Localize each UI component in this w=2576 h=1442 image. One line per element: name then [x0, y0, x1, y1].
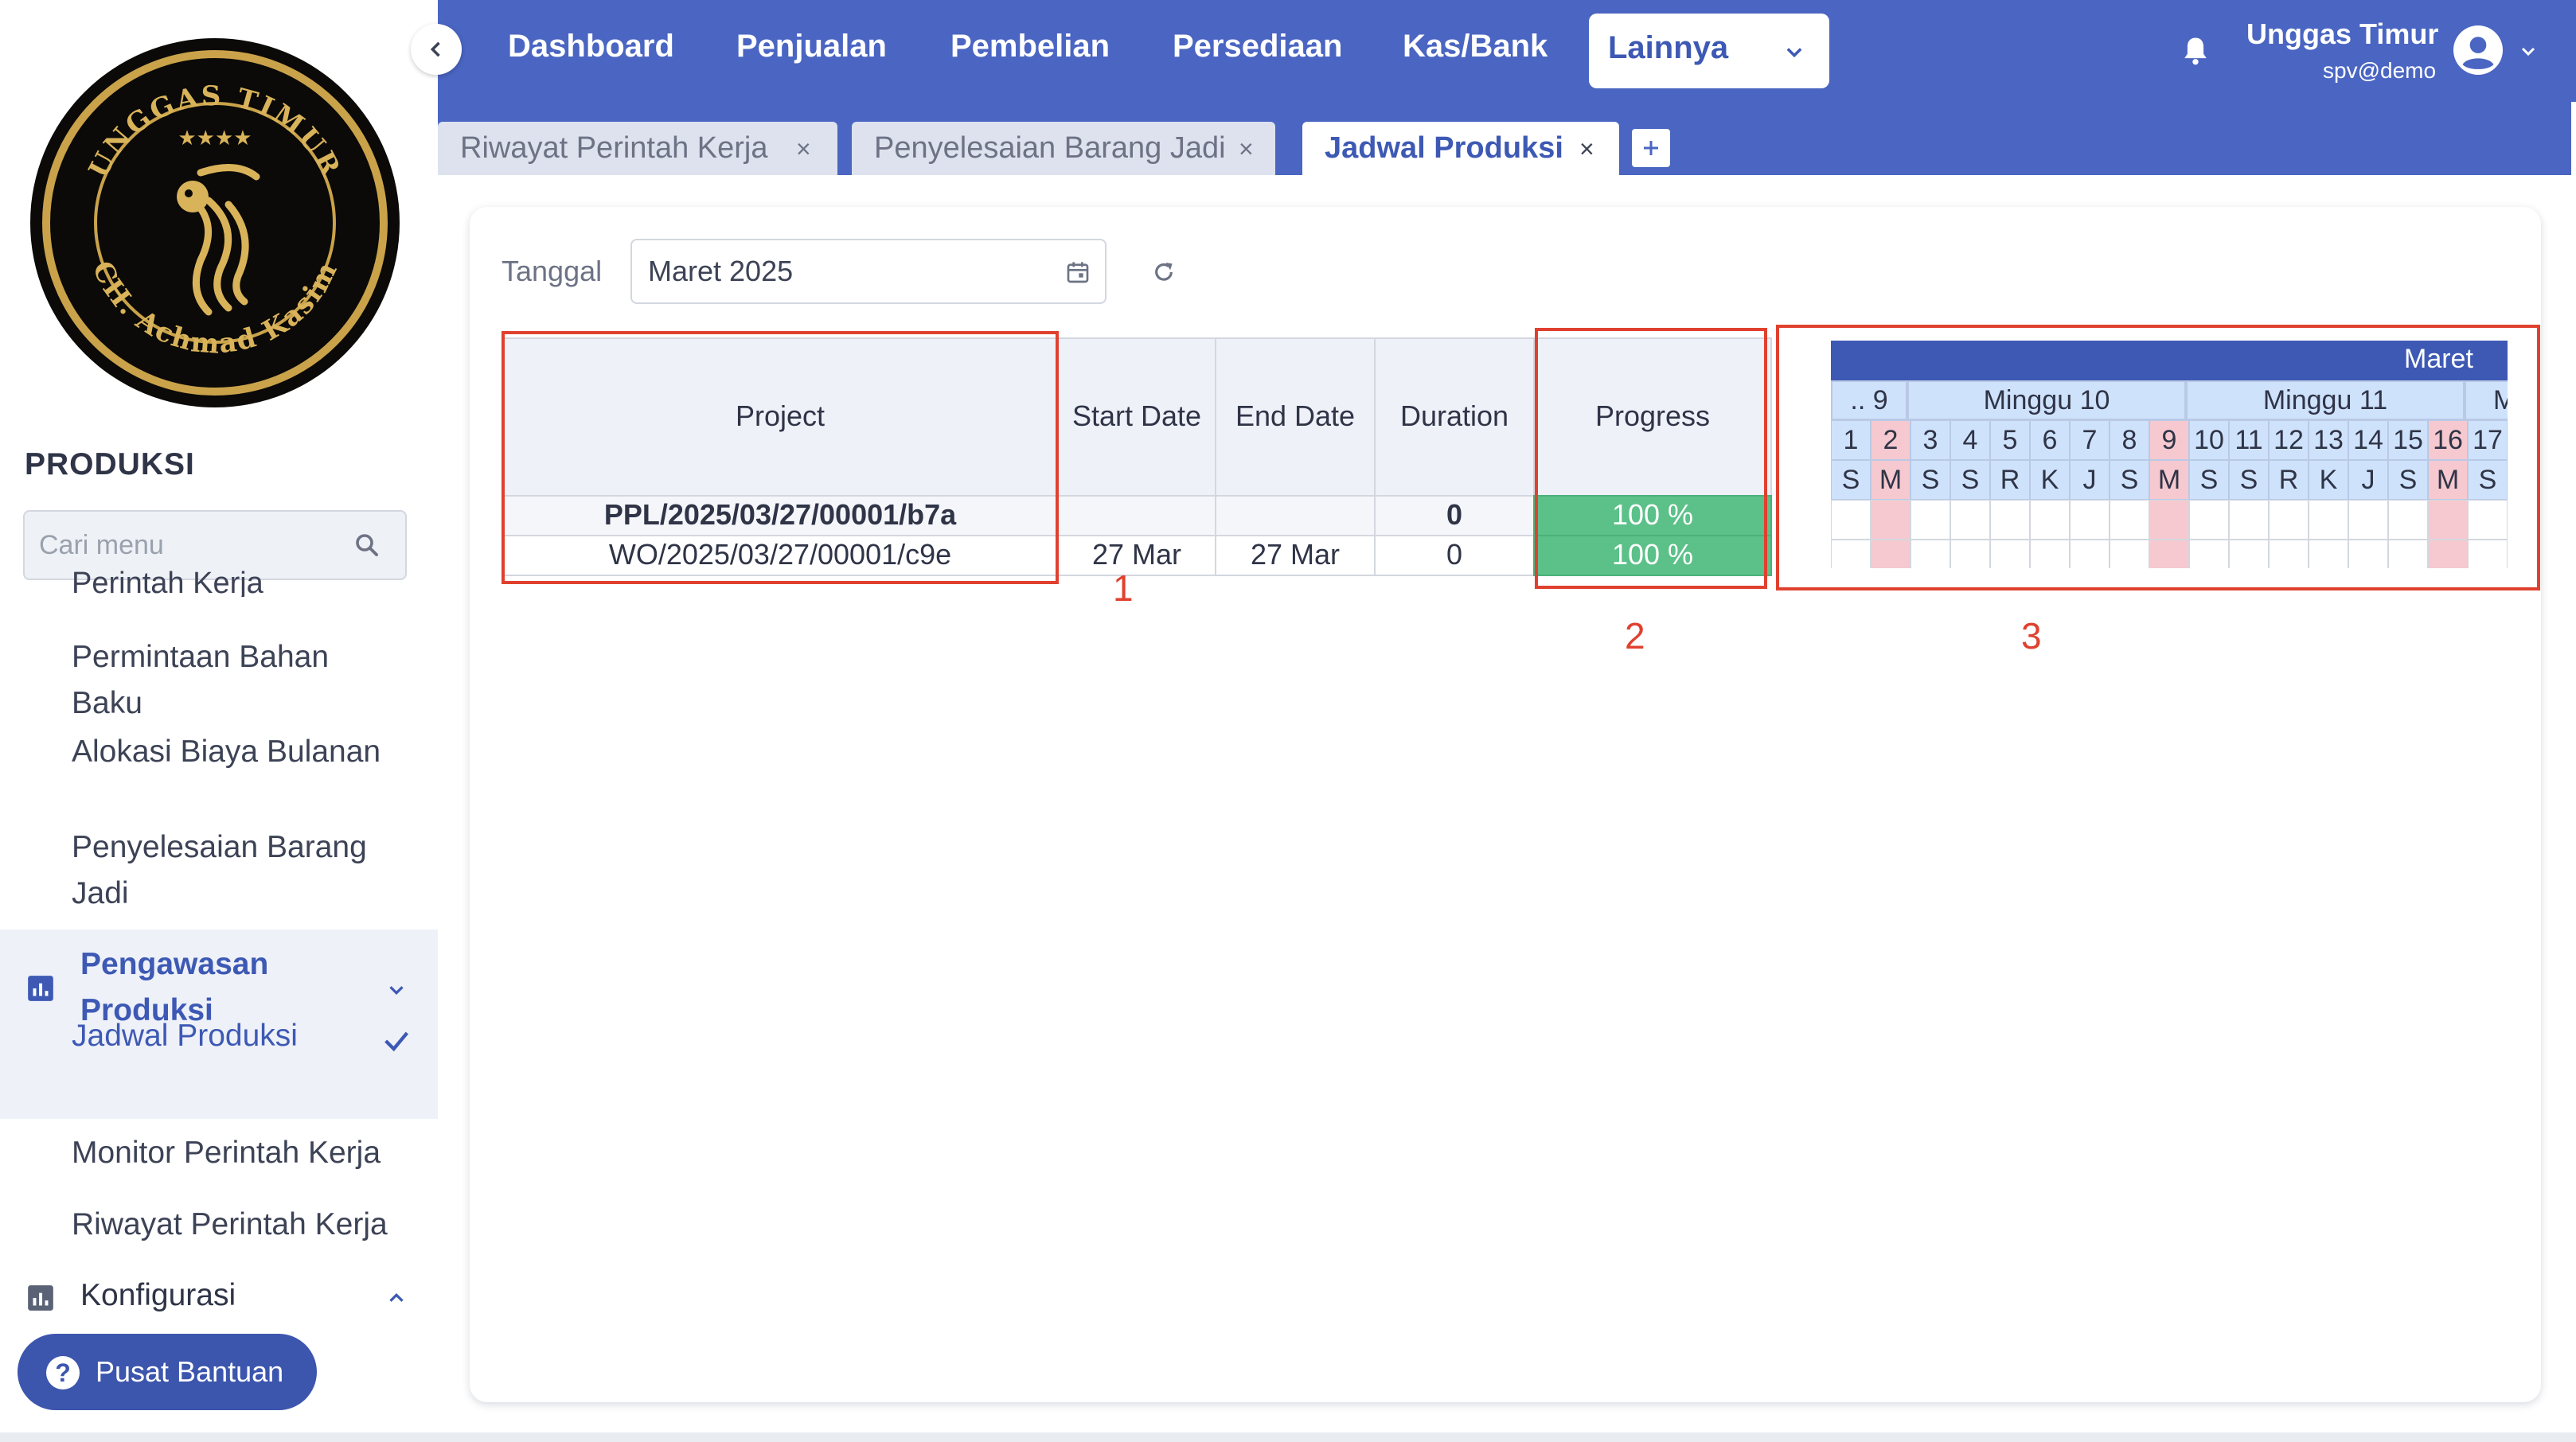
tabs-bar: Riwayat Perintah Kerja × Penyelesaian Ba… — [438, 102, 2571, 175]
help-center-button[interactable]: ? Pusat Bantuan — [18, 1334, 317, 1410]
annotation-label-1: 1 — [1113, 567, 1134, 609]
nav-more-label: Lainnya — [1608, 30, 1729, 65]
sidebar-group-label: Konfigurasi — [80, 1278, 236, 1312]
header-start-date[interactable]: Start Date — [1057, 337, 1216, 497]
main-content: Tanggal Maret 2025 Project Start Date En… — [438, 175, 2571, 1442]
bottom-edge — [0, 1432, 2576, 1442]
nav-more-dropdown[interactable]: Lainnya — [1589, 14, 1829, 88]
nav-dashboard[interactable]: Dashboard — [508, 29, 674, 64]
row-start-cell — [1057, 495, 1216, 536]
sidebar-item-permintaan-bahan-baku[interactable]: Permintaan Bahan Baku — [72, 634, 390, 727]
nav-kas-bank[interactable]: Kas/Bank — [1403, 29, 1548, 64]
close-icon[interactable]: × — [1579, 134, 1594, 164]
add-tab-button[interactable] — [1632, 129, 1670, 167]
annotation-box-1 — [502, 331, 1059, 584]
row-start-cell: 27 Mar — [1057, 535, 1216, 576]
top-navbar: Dashboard Penjualan Pembelian Persediaan… — [438, 0, 2576, 102]
nav-penjualan[interactable]: Penjualan — [736, 29, 887, 64]
sidebar-item-monitor-perintah-kerja[interactable]: Monitor Perintah Kerja — [72, 1130, 438, 1176]
row-duration-cell: 0 — [1374, 535, 1535, 576]
row-end-cell: 27 Mar — [1215, 535, 1376, 576]
row-duration-cell: 0 — [1374, 495, 1535, 536]
chevron-left-icon — [430, 41, 440, 57]
search-icon[interactable] — [353, 531, 381, 559]
sidebar-item-jadwal-produksi[interactable]: Jadwal Produksi — [0, 1006, 438, 1076]
tab-penyelesaian-barang-jadi[interactable]: Penyelesaian Barang Jadi × — [852, 122, 1275, 175]
tab-label: Jadwal Produksi — [1325, 131, 1563, 165]
nav-persediaan[interactable]: Persediaan — [1173, 29, 1342, 64]
sidebar-group-pengawasan-produksi[interactable]: Pengawasan Produksi Jadwal Produksi — [0, 930, 438, 1119]
chevron-down-icon[interactable] — [2519, 41, 2538, 60]
chevron-down-icon — [1786, 48, 1802, 58]
check-icon — [384, 1031, 408, 1052]
sidebar-item-perintah-kerja[interactable]: Perintah Kerja — [72, 562, 374, 597]
close-icon[interactable]: × — [1239, 134, 1254, 164]
chevron-down-icon[interactable] — [384, 978, 408, 1002]
tab-label: Riwayat Perintah Kerja — [460, 131, 768, 165]
bell-icon[interactable] — [2178, 33, 2213, 68]
date-filter-label: Tanggal — [502, 255, 603, 287]
plus-icon — [1644, 141, 1658, 155]
header-duration[interactable]: Duration — [1374, 337, 1535, 497]
annotation-box-3 — [1776, 325, 2540, 590]
tab-jadwal-produksi[interactable]: Jadwal Produksi × — [1302, 122, 1619, 175]
annotation-label-2: 2 — [1625, 615, 1645, 657]
user-name[interactable]: Unggas Timur — [2246, 18, 2438, 51]
header-end-date[interactable]: End Date — [1215, 337, 1376, 497]
month-picker-value: Maret 2025 — [648, 255, 794, 287]
section-title: PRODUKSI — [25, 447, 195, 481]
chart-icon — [28, 976, 53, 1001]
user-email: spv@demo — [2323, 58, 2437, 83]
calendar-icon[interactable] — [1065, 259, 1091, 285]
help-center-label: Pusat Bantuan — [96, 1355, 284, 1388]
sidebar-collapse-button[interactable] — [411, 24, 462, 75]
avatar[interactable] — [2453, 25, 2503, 75]
row-end-cell — [1215, 495, 1376, 536]
close-icon[interactable]: × — [796, 134, 811, 164]
company-logo: UNGGAS TIMUR CH. Achmad Kasim ★★★★ — [30, 38, 400, 407]
refresh-icon[interactable] — [1151, 259, 1177, 285]
schedule-card: Tanggal Maret 2025 Project Start Date En… — [470, 207, 2541, 1402]
chart-icon — [28, 1285, 53, 1311]
logo-stars: ★★★★ — [178, 126, 252, 150]
tab-label: Penyelesaian Barang Jadi — [874, 131, 1226, 165]
sidebar-group-konfigurasi[interactable]: Konfigurasi — [0, 1273, 438, 1321]
question-icon: ? — [46, 1356, 80, 1389]
month-picker-input[interactable]: Maret 2025 — [630, 239, 1107, 304]
sidebar-item-label: Jadwal Produksi — [72, 1019, 298, 1053]
chevron-up-icon[interactable] — [384, 1286, 408, 1310]
sidebar-item-alokasi-biaya[interactable]: Alokasi Biaya Bulanan — [72, 729, 438, 775]
sidebar-item-riwayat-perintah-kerja[interactable]: Riwayat Perintah Kerja — [72, 1202, 438, 1248]
sidebar-item-label: Perintah Kerja — [72, 567, 263, 597]
annotation-box-2 — [1535, 328, 1767, 589]
sidebar-item-penyelesaian-barang-jadi[interactable]: Penyelesaian Barang Jadi — [72, 824, 390, 917]
annotation-label-3: 3 — [2021, 615, 2042, 657]
nav-pembelian[interactable]: Pembelian — [950, 29, 1110, 64]
tab-riwayat-perintah-kerja[interactable]: Riwayat Perintah Kerja × — [438, 122, 837, 175]
sidebar: UNGGAS TIMUR CH. Achmad Kasim ★★★★ PRODU… — [0, 0, 438, 1442]
